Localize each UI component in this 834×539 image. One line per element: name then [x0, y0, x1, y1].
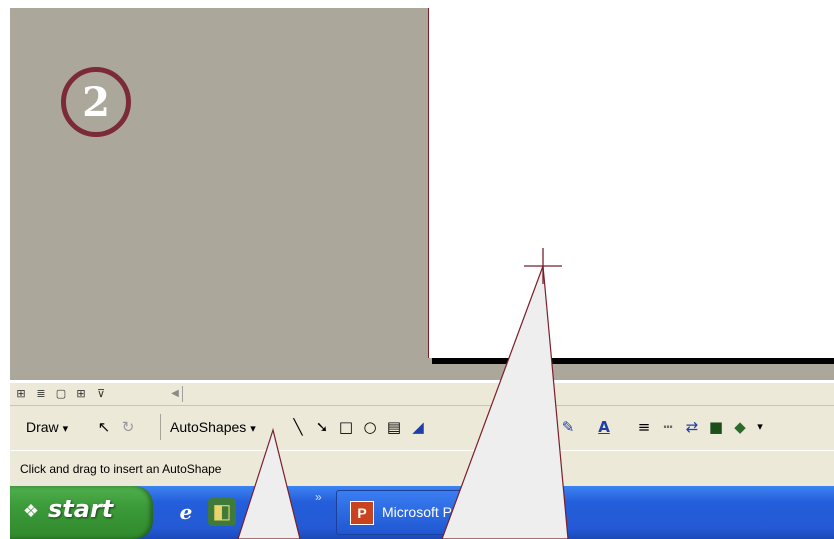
status-bar: Click and drag to insert an AutoShape: [10, 450, 834, 486]
font-color-icon[interactable]: A: [594, 417, 614, 437]
text-box-icon[interactable]: ▤: [384, 417, 404, 437]
quick-launch-bar: e ◧: [162, 486, 332, 539]
show-desktop-icon[interactable]: ◧: [208, 498, 236, 526]
drawing-toolbar: Draw ▾ ↖ ↻ AutoShapes ▾ ╲ ➘ □ ○ ▤ ◢ ✎ A …: [10, 405, 834, 450]
slide-view-icon[interactable]: ▢: [54, 387, 68, 400]
normal-view-icon[interactable]: ⊞: [14, 387, 28, 400]
start-label: start: [48, 495, 114, 523]
line-color-icon[interactable]: ✎: [558, 417, 578, 437]
top-border: [0, 0, 834, 8]
rectangle-tool-icon[interactable]: □: [336, 417, 356, 437]
oval-tool-icon[interactable]: ○: [360, 417, 380, 437]
scroll-left-icon[interactable]: ◀: [169, 387, 181, 401]
3d-style-icon[interactable]: ◆: [730, 417, 750, 437]
shadow-style-icon[interactable]: ■: [706, 417, 726, 437]
toolbar-divider: [160, 414, 161, 440]
outline-view-icon[interactable]: ≣: [34, 387, 48, 400]
chevron-down-icon: ▾: [250, 423, 256, 435]
quick-launch-chevron-icon[interactable]: »: [315, 490, 322, 504]
draw-label: Draw: [26, 419, 59, 435]
view-buttons-bar: ⊞ ≣ ▢ ⊞ ⊽ ◀: [10, 382, 834, 405]
line-tool-icon[interactable]: ╲: [288, 417, 308, 437]
powerpoint-window: 2 ⊞ ≣ ▢ ⊞ ⊽ ◀ Draw ▾ ↖ ↻ AutoShapes ▾ ╲ …: [0, 0, 834, 539]
arrow-tool-icon[interactable]: ➘: [312, 417, 332, 437]
start-button[interactable]: ❖ start: [10, 486, 153, 539]
toolbar-options-icon[interactable]: ▾: [750, 417, 770, 437]
task-label: Microsoft PowerPoint: [382, 504, 515, 520]
step-number: 2: [82, 78, 110, 126]
chevron-down-icon: ▾: [62, 423, 69, 435]
line-style-icon[interactable]: ≡: [634, 417, 654, 437]
dash-style-icon[interactable]: ┅: [658, 417, 678, 437]
step-number-badge: 2: [61, 67, 131, 137]
free-rotate-icon[interactable]: ↻: [118, 417, 138, 437]
status-text: Click and drag to insert an AutoShape: [20, 462, 222, 476]
slide-show-icon[interactable]: ⊽: [94, 387, 108, 400]
internet-explorer-icon[interactable]: e: [172, 498, 200, 526]
windows-logo-icon: ❖: [22, 501, 40, 521]
arrow-style-icon[interactable]: ⇄: [682, 417, 702, 437]
select-objects-icon[interactable]: ↖: [94, 417, 114, 437]
slide-canvas[interactable]: [428, 8, 834, 358]
view-bar-divider: [182, 386, 183, 402]
powerpoint-icon: P: [350, 501, 374, 525]
autoshapes-menu-button[interactable]: AutoShapes ▾: [170, 419, 256, 435]
autoshapes-label: AutoShapes: [170, 419, 247, 435]
slide-sorter-view-icon[interactable]: ⊞: [74, 387, 88, 400]
powerpoint-task-button[interactable]: P Microsoft PowerPoint: [336, 490, 546, 535]
wordart-icon[interactable]: ◢: [408, 417, 428, 437]
left-border: [0, 0, 10, 539]
draw-menu-button[interactable]: Draw ▾: [26, 419, 68, 435]
windows-taskbar: ❖ start e ◧ » P Microsoft PowerPoint: [10, 486, 834, 539]
